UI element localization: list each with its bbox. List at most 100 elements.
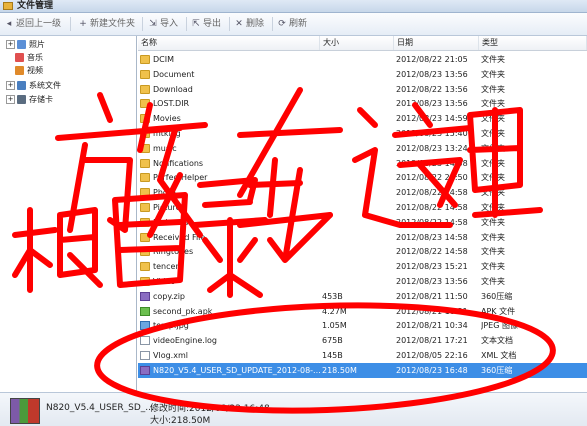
file-type: 文件夹 <box>481 129 505 138</box>
sd-card-icon <box>17 95 26 104</box>
file-name: Download <box>153 84 193 94</box>
export-button[interactable]: ⇱ 导出 <box>191 17 221 31</box>
table-row[interactable]: Photo 2012/08/22 14:58 文件夹 <box>138 185 587 200</box>
table-row[interactable]: temp.jpg 1.05M 2012/08/21 10:34 JPEG 图像 <box>138 318 587 333</box>
table-row[interactable]: Podcasts 2012/08/22 14:58 文件夹 <box>138 215 587 230</box>
file-type: 360压缩 <box>481 291 513 301</box>
folder-tree: + 照片 音乐 视频 + 系统文件 + 存储卡 <box>0 36 137 391</box>
status-size: 大小:218.50M <box>150 416 211 426</box>
table-row[interactable]: PerfectHelper 2012/08/22 20:50 文件夹 <box>138 170 587 185</box>
file-date: 2012/08/23 15:21 <box>396 262 468 272</box>
file-name-cell: Ringtones <box>140 244 320 259</box>
expand-icon[interactable]: + <box>6 95 15 104</box>
file-date: 2012/08/22 14:58 <box>396 188 468 198</box>
tree-item-system-files[interactable]: + 系统文件 <box>6 80 61 92</box>
video-icon <box>15 66 24 75</box>
file-type: 文件夹 <box>481 55 505 64</box>
file-name: N820_V5.4_USER_SD_UPDATE_2012-08-... <box>153 365 320 375</box>
file-name-cell: PerfectHelper <box>140 170 320 185</box>
table-row[interactable]: Ringtones 2012/08/22 14:58 文件夹 <box>138 244 587 259</box>
folder-icon <box>140 217 150 227</box>
file-size: 145B <box>322 351 343 360</box>
table-row[interactable]: Received File 2012/08/23 14:58 文件夹 <box>138 230 587 245</box>
table-row[interactable]: Notifications 2012/08/23 14:58 文件夹 <box>138 156 587 171</box>
file-name: videoEngine.log <box>153 336 218 346</box>
file-type: 文件夹 <box>481 188 505 198</box>
column-header-name[interactable]: 名称 <box>138 36 320 50</box>
file-type: 文件夹 <box>481 277 505 286</box>
file-name-cell: Document <box>140 67 320 82</box>
table-row[interactable]: copy.zip 453B 2012/08/21 11:50 360压缩 <box>138 289 587 304</box>
file-type: 文本文档 <box>481 336 513 346</box>
file-name: Pictures <box>153 203 185 212</box>
table-row[interactable]: tencent 2012/08/23 15:21 文件夹 <box>138 259 587 274</box>
import-button[interactable]: ⇲ 导入 <box>148 17 178 31</box>
txt-file-icon <box>140 336 150 346</box>
folder-icon <box>140 84 150 94</box>
folder-icon <box>140 188 150 198</box>
tree-item-label: 系统文件 <box>29 81 61 90</box>
file-name: Photo <box>153 188 176 198</box>
table-row[interactable]: Pictures 2012/08/22 14:58 文件夹 <box>138 200 587 215</box>
file-name: Podcasts <box>153 217 189 227</box>
file-name: music <box>153 143 177 153</box>
table-row[interactable]: mtklog 2012/08/23 15:40 文件夹 <box>138 126 587 141</box>
tree-item-photos[interactable]: + 照片 <box>6 39 45 51</box>
column-header-date[interactable]: 日期 <box>394 36 479 50</box>
file-date: 2012/08/22 14:58 <box>396 247 468 257</box>
system-files-icon <box>17 81 26 90</box>
file-type: 文件夹 <box>481 143 505 153</box>
folder-icon <box>140 55 150 64</box>
back-button[interactable]: ◂ 返回上一级 <box>4 17 61 31</box>
tree-item-label: 存储卡 <box>29 95 53 104</box>
new-folder-button[interactable]: + 新建文件夹 <box>78 17 135 31</box>
new-folder-label: 新建文件夹 <box>90 19 136 29</box>
expand-icon[interactable]: + <box>6 40 15 49</box>
file-type: 文件夹 <box>481 247 505 257</box>
table-row[interactable]: music 2012/08/23 13:24 文件夹 <box>138 141 587 156</box>
file-date: 2012/08/21 17:21 <box>396 336 468 346</box>
folder-icon <box>140 262 150 272</box>
file-type: APK 文件 <box>481 306 516 316</box>
refresh-button[interactable]: ⟳ 刷新 <box>277 17 307 31</box>
column-header-size[interactable]: 大小 <box>320 36 394 50</box>
table-row[interactable]: Video 2012/08/23 13:56 文件夹 <box>138 274 587 289</box>
file-type: 文件夹 <box>481 217 505 227</box>
list-header: 名称 大小 日期 类型 <box>138 36 587 51</box>
file-name-cell: Photo <box>140 185 320 200</box>
tree-item-label: 照片 <box>29 40 45 49</box>
table-row[interactable]: DCIM 2012/08/22 21:05 文件夹 <box>138 52 587 67</box>
table-row[interactable]: Vlog.xml 145B 2012/08/05 22:16 XML 文档 <box>138 348 587 363</box>
table-row[interactable]: LOST.DIR 2012/08/23 13:56 文件夹 <box>138 96 587 111</box>
window-title: 文件管理 <box>17 1 54 11</box>
table-row[interactable]: Document 2012/08/23 13:56 文件夹 <box>138 67 587 82</box>
file-name: Received File <box>153 232 206 242</box>
expand-icon[interactable]: + <box>6 81 15 90</box>
status-file-name: N820_V5.4_USER_SD_... <box>46 403 154 413</box>
file-type: 文件夹 <box>481 69 505 79</box>
file-name: mtklog <box>153 129 181 138</box>
table-row[interactable]: N820_V5.4_USER_SD_UPDATE_2012-08-... 218.… <box>138 362 587 378</box>
table-row[interactable]: second_pk.apk 4.27M 2012/08/21 10:31 APK 文件 <box>138 304 587 319</box>
file-date: 2012/08/23 13:56 <box>396 277 468 286</box>
file-size: 218.50M <box>322 365 357 375</box>
file-date: 2012/08/23 13:56 <box>396 69 468 79</box>
file-type: 文件夹 <box>481 99 505 109</box>
file-name-cell: mtklog <box>140 126 320 141</box>
file-name-cell: N820_V5.4_USER_SD_UPDATE_2012-08-... <box>140 363 320 378</box>
tree-item-video[interactable]: 视频 <box>15 65 43 77</box>
delete-button[interactable]: ✕ 删除 <box>234 17 264 31</box>
file-name: copy.zip <box>153 291 186 301</box>
column-header-type[interactable]: 类型 <box>479 36 587 50</box>
tree-item-music[interactable]: 音乐 <box>15 52 43 64</box>
file-name: second_pk.apk <box>153 306 213 316</box>
file-date: 2012/08/23 13:24 <box>396 143 468 153</box>
file-size: 453B <box>322 291 343 301</box>
table-row[interactable]: Download 2012/08/22 13:56 文件夹 <box>138 82 587 97</box>
tree-item-sd-card[interactable]: + 存储卡 <box>6 94 53 106</box>
import-label: 导入 <box>160 19 179 29</box>
table-row[interactable]: videoEngine.log 675B 2012/08/21 17:21 文本文档 <box>138 333 587 348</box>
table-row[interactable]: Movies 2012/08/23 14:59 文件夹 <box>138 111 587 126</box>
folder-icon <box>140 143 150 153</box>
file-name-cell: Notifications <box>140 156 320 171</box>
